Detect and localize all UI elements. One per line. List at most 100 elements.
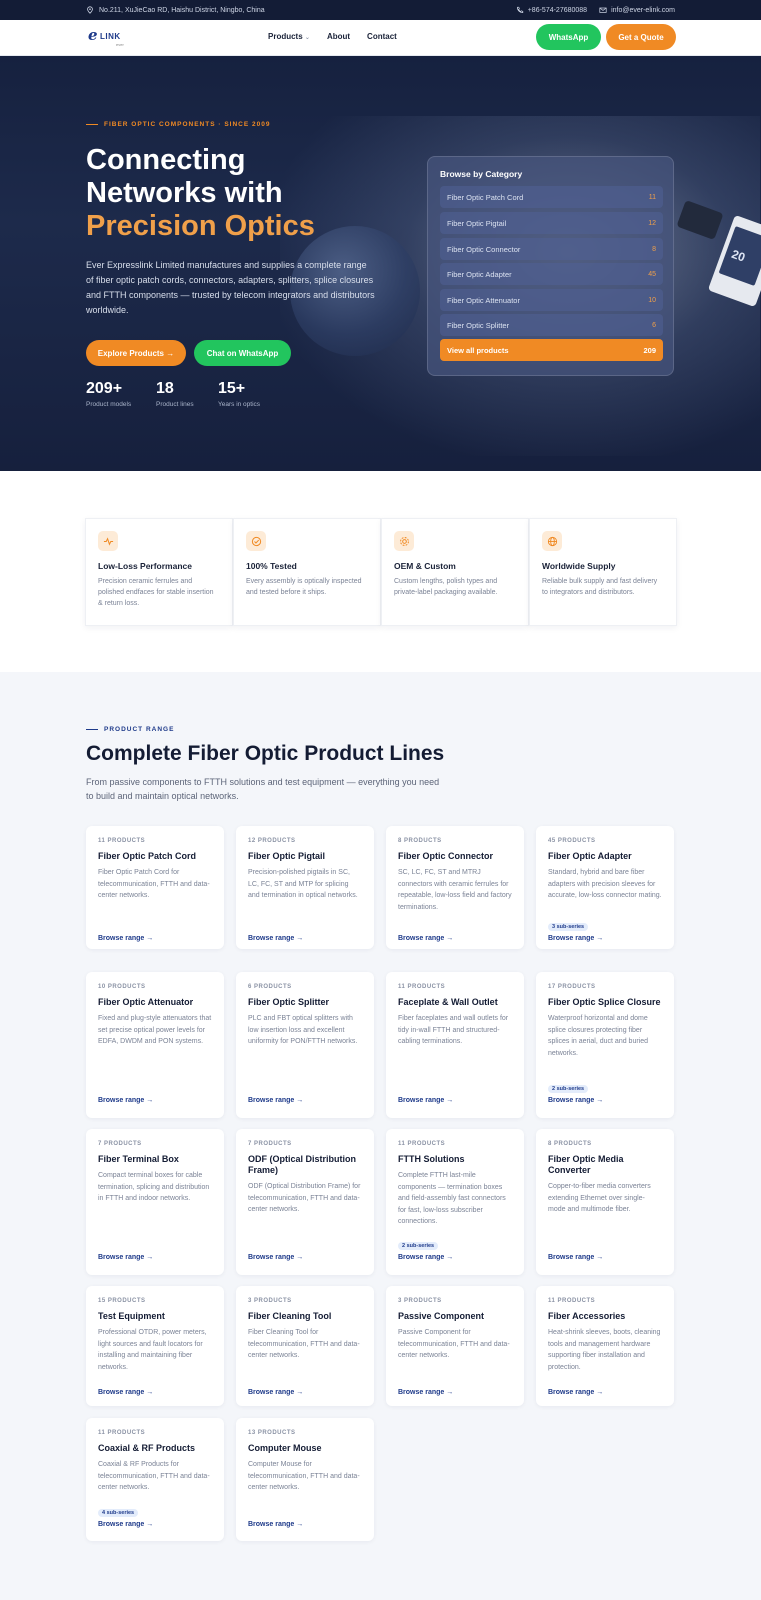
view-all-products-button[interactable]: View all products 209	[440, 339, 663, 361]
feature-title: OEM & Custom	[394, 561, 456, 571]
site-logo[interactable]: e LINK ever	[86, 26, 136, 50]
product-count: 8 PRODUCTS	[548, 1141, 592, 1147]
feature-card: OEM & Custom Custom lengths, polish type…	[381, 518, 529, 626]
logo-text: LINK	[100, 32, 121, 41]
browse-range-link[interactable]: Browse range →	[548, 1097, 603, 1104]
gear-icon	[394, 531, 414, 551]
chat-whatsapp-button[interactable]: Chat on WhatsApp	[194, 340, 291, 366]
product-count: 17 PRODUCTS	[548, 984, 596, 990]
eyebrow-line	[86, 729, 98, 730]
browse-range-link[interactable]: Browse range →	[398, 935, 453, 942]
product-count: 11 PRODUCTS	[98, 1430, 146, 1436]
category-item[interactable]: Fiber Optic Adapter 45	[440, 263, 663, 285]
hero-title-line1: Connecting	[86, 144, 246, 176]
product-card[interactable]: 3 PRODUCTS Passive Component Passive Compo…	[386, 1286, 524, 1406]
logo-mark: e	[88, 26, 98, 44]
product-count: 11 PRODUCTS	[398, 1141, 446, 1147]
browse-range-link[interactable]: Browse range →	[398, 1389, 453, 1396]
product-count: 45 PRODUCTS	[548, 838, 596, 844]
product-range-section: PRODUCT RANGE Complete Fiber Optic Produ…	[0, 672, 761, 1600]
product-name: Fiber Cleaning Tool	[248, 1311, 332, 1321]
nav-item-contact[interactable]: Contact	[367, 32, 397, 41]
category-item[interactable]: Fiber Optic Attenuator 10	[440, 289, 663, 311]
stat-label: Product models	[86, 401, 132, 408]
browse-range-link[interactable]: Browse range →	[98, 1254, 153, 1261]
browse-range-link[interactable]: Browse range →	[98, 1389, 153, 1396]
nav-item-products[interactable]: Products ⌄	[268, 32, 310, 41]
view-all-label: View all products	[447, 345, 509, 355]
product-name: Fiber Optic Splitter	[248, 997, 330, 1007]
product-card[interactable]: 12 PRODUCTS Fiber Optic Pigtail Precision-…	[236, 826, 374, 949]
whatsapp-button[interactable]: WhatsApp	[536, 24, 601, 50]
get-quote-button[interactable]: Get a Quote	[606, 24, 676, 50]
product-desc: Compact terminal boxes for cable termina…	[98, 1172, 210, 1202]
product-desc: Heat-shrink sleeves, boots, cleaning too…	[548, 1329, 661, 1371]
product-card[interactable]: 15 PRODUCTS Test Equipment Professional OT…	[86, 1286, 224, 1406]
product-desc: Waterproof horizontal and dome splice cl…	[548, 1015, 649, 1057]
nav-item-about[interactable]: About	[327, 32, 350, 41]
browse-range-link[interactable]: Browse range →	[248, 1389, 303, 1396]
product-card[interactable]: 45 PRODUCTS Fiber Optic Adapter Standard, …	[536, 826, 674, 949]
sub-series-badge: 2 sub-series	[548, 1085, 589, 1093]
product-count: 11 PRODUCTS	[98, 838, 146, 844]
product-desc: Precision-polished pigtails in SC, LC, F…	[248, 869, 358, 899]
product-count: 11 PRODUCTS	[548, 1298, 596, 1304]
product-count: 11 PRODUCTS	[398, 984, 446, 990]
category-item[interactable]: Fiber Optic Pigtail 12	[440, 212, 663, 234]
product-count: 13 PRODUCTS	[248, 1430, 296, 1436]
product-count: 7 PRODUCTS	[98, 1141, 142, 1147]
product-card[interactable]: 3 PRODUCTS Fiber Cleaning Tool Fiber Clean…	[236, 1286, 374, 1406]
product-card[interactable]: 11 PRODUCTS FTTH Solutions Complete FTTH l…	[386, 1129, 524, 1275]
view-all-count: 209	[643, 345, 656, 355]
browse-range-link[interactable]: Browse range →	[398, 1097, 453, 1104]
phone-item[interactable]: +86-574-27680088	[516, 6, 587, 14]
browse-range-link[interactable]: Browse range →	[248, 1521, 303, 1528]
browse-range-link[interactable]: Browse range →	[398, 1254, 453, 1261]
product-name: Fiber Accessories	[548, 1311, 626, 1321]
browse-range-link[interactable]: Browse range →	[98, 1521, 153, 1528]
hero-lead: Ever Expresslink Limited manufactures an…	[86, 260, 375, 315]
browse-range-link[interactable]: Browse range →	[548, 1389, 603, 1396]
browse-range-link[interactable]: Browse range →	[98, 935, 153, 942]
product-card[interactable]: 17 PRODUCTS Fiber Optic Splice Closure Wat…	[536, 972, 674, 1118]
email-item[interactable]: info@ever-elink.com	[599, 6, 675, 14]
device-label: 20	[729, 246, 748, 265]
browse-range-link[interactable]: Browse range →	[248, 1097, 303, 1104]
product-desc: PLC and FBT optical splitters with low i…	[248, 1015, 358, 1045]
product-name: Fiber Terminal Box	[98, 1154, 179, 1164]
mail-icon	[599, 7, 607, 13]
product-count: 10 PRODUCTS	[98, 984, 146, 990]
product-card[interactable]: 6 PRODUCTS Fiber Optic Splitter PLC and FB…	[236, 972, 374, 1118]
main-navigation: e LINK ever Products ⌄ About Contact Wha…	[0, 20, 761, 56]
category-item[interactable]: Fiber Optic Patch Cord 11	[440, 186, 663, 208]
browse-range-link[interactable]: Browse range →	[98, 1097, 153, 1104]
browse-range-link[interactable]: Browse range →	[548, 935, 603, 942]
product-desc: ODF (Optical Distribution Frame) for tel…	[248, 1183, 361, 1213]
explore-products-button[interactable]: Explore Products →	[86, 340, 186, 366]
product-card[interactable]: 10 PRODUCTS Fiber Optic Attenuator Fixed a…	[86, 972, 224, 1118]
product-card[interactable]: 8 PRODUCTS Fiber Optic Connector SC, LC, F…	[386, 826, 524, 949]
category-count: 12	[648, 219, 656, 227]
phone-icon	[516, 6, 523, 13]
feature-card: Worldwide Supply Reliable bulk supply an…	[529, 518, 677, 626]
product-card[interactable]: 11 PRODUCTS Coaxial & RF Products Coaxial …	[86, 1418, 224, 1541]
product-card[interactable]: 13 PRODUCTS Computer Mouse Computer Mouse …	[236, 1418, 374, 1541]
product-card[interactable]: 7 PRODUCTS Fiber Terminal Box Compact term…	[86, 1129, 224, 1275]
product-card[interactable]: 11 PRODUCTS Fiber Optic Patch Cord Fiber O…	[86, 826, 224, 949]
email-text[interactable]: info@ever-elink.com	[611, 7, 675, 14]
feature-desc: Every assembly is optically inspected an…	[246, 578, 362, 596]
category-item[interactable]: Fiber Optic Connector 8	[440, 238, 663, 260]
product-name: Fiber Optic Connector	[398, 851, 494, 861]
product-card[interactable]: 11 PRODUCTS Faceplate & Wall Outlet Fiber …	[386, 972, 524, 1118]
product-card[interactable]: 7 PRODUCTS ODF (Optical Distribution Fram…	[236, 1129, 374, 1275]
product-count: 15 PRODUCTS	[98, 1298, 146, 1304]
browse-range-link[interactable]: Browse range →	[548, 1254, 603, 1261]
browse-range-link[interactable]: Browse range →	[248, 1254, 303, 1261]
product-name: Fiber Optic Media Converter	[548, 1154, 624, 1175]
category-name: Fiber Optic Connector	[447, 244, 521, 254]
browse-range-link[interactable]: Browse range →	[248, 935, 303, 942]
product-card[interactable]: 11 PRODUCTS Fiber Accessories Heat-shrink …	[536, 1286, 674, 1406]
product-card[interactable]: 8 PRODUCTS Fiber Optic Media Converter Cop…	[536, 1129, 674, 1275]
category-item[interactable]: Fiber Optic Splitter 6	[440, 314, 663, 336]
phone-text[interactable]: +86-574-27680088	[528, 7, 587, 14]
